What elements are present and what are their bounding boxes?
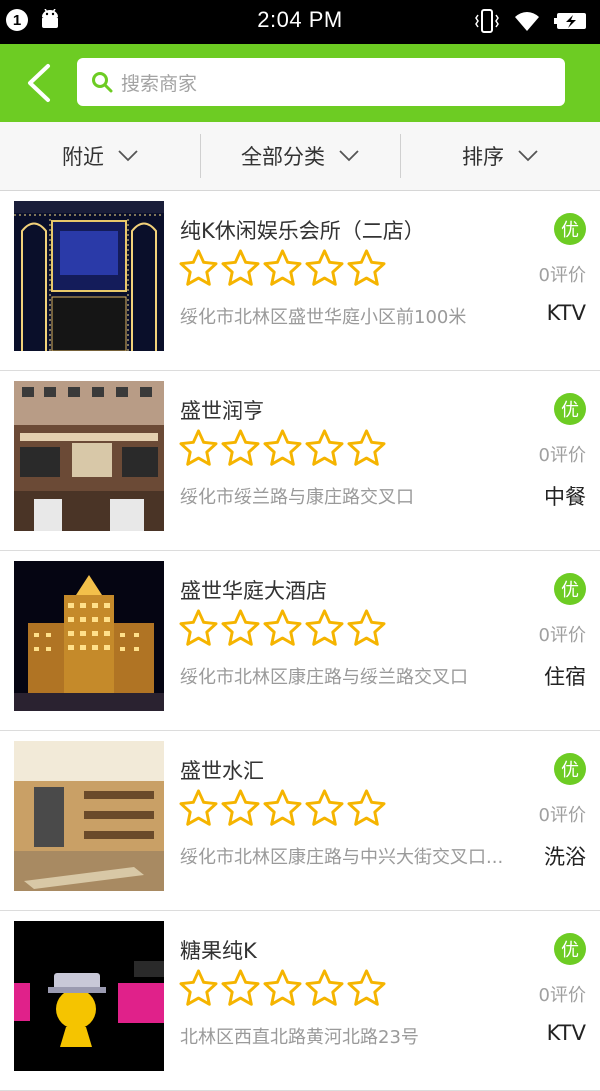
back-button[interactable] (18, 58, 58, 108)
star-icon (263, 789, 302, 826)
merchant-list-item[interactable]: 盛世华庭大酒店 绥化市北林区康庄路与绥兰路交叉口 优 0评价 住宿 (0, 551, 600, 731)
rating-stars (179, 429, 386, 468)
rating-stars (179, 969, 386, 1008)
merchant-list-item[interactable]: 糖果纯K 北林区西直北路黄河北路23号 优 0评价 KTV (0, 911, 600, 1091)
star-icon (263, 969, 302, 1006)
star-icon (347, 249, 386, 286)
merchant-photo (14, 561, 164, 711)
merchant-category: 洗浴 (544, 845, 586, 869)
review-count: 0评价 (538, 805, 586, 826)
review-count: 0评价 (538, 265, 586, 286)
vibrate-icon (475, 9, 499, 33)
filter-label: 全部分类 (241, 145, 325, 169)
wifi-icon (515, 12, 539, 31)
chevron-down-icon (118, 150, 138, 162)
merchant-name: 盛世华庭大酒店 (180, 579, 327, 603)
star-icon (347, 429, 386, 466)
star-icon (179, 249, 218, 286)
merchant-photo (14, 381, 164, 531)
merchant-address: 绥化市北林区康庄路与中兴大街交叉口... (180, 847, 504, 868)
filter-label: 排序 (462, 145, 504, 169)
quality-badge: 优 (554, 573, 586, 605)
star-icon (263, 429, 302, 466)
star-icon (263, 249, 302, 286)
chevron-down-icon (518, 150, 538, 162)
rating-stars (179, 609, 386, 648)
filter-bar: 附近 全部分类 排序 (0, 122, 600, 191)
chevron-down-icon (339, 150, 359, 162)
star-icon (347, 789, 386, 826)
filter-category[interactable]: 全部分类 (200, 122, 400, 190)
merchant-list-item[interactable]: 纯K休闲娱乐会所（二店） 绥化市北林区盛世华庭小区前100米 优 0评价 KTV (0, 191, 600, 371)
quality-badge: 优 (554, 933, 586, 965)
search-input[interactable]: 搜索商家 (77, 58, 565, 106)
merchant-name: 糖果纯K (180, 939, 257, 963)
merchant-name: 盛世水汇 (180, 759, 264, 783)
star-icon (179, 429, 218, 466)
merchant-category: KTV (546, 301, 586, 325)
quality-badge: 优 (554, 213, 586, 245)
merchant-photo (14, 741, 164, 891)
star-icon (347, 969, 386, 1006)
merchant-category: 住宿 (544, 665, 586, 689)
status-bar: 1 2:04 PM (0, 0, 600, 44)
quality-badge: 优 (554, 753, 586, 785)
merchant-photo (14, 201, 164, 351)
rating-stars (179, 249, 386, 288)
quality-badge: 优 (554, 393, 586, 425)
star-icon (221, 249, 260, 286)
back-arrow-icon (28, 64, 50, 102)
merchant-address: 北林区西直北路黄河北路23号 (180, 1027, 419, 1048)
filter-sort[interactable]: 排序 (400, 122, 600, 190)
merchant-name: 盛世润亨 (180, 399, 264, 423)
merchant-category: 中餐 (544, 485, 586, 509)
review-count: 0评价 (538, 985, 586, 1006)
merchant-category: KTV (546, 1021, 586, 1045)
merchant-address: 绥化市北林区康庄路与绥兰路交叉口 (180, 667, 468, 688)
search-placeholder: 搜索商家 (121, 72, 198, 95)
review-count: 0评价 (538, 445, 586, 466)
star-icon (347, 609, 386, 646)
star-icon (221, 969, 260, 1006)
rating-stars (179, 789, 386, 828)
star-icon (263, 609, 302, 646)
star-icon (305, 429, 344, 466)
star-icon (305, 249, 344, 286)
star-icon (305, 969, 344, 1006)
merchant-list-item[interactable]: 盛世水汇 绥化市北林区康庄路与中兴大街交叉口... 优 0评价 洗浴 (0, 731, 600, 911)
star-icon (305, 789, 344, 826)
star-icon (305, 609, 344, 646)
star-icon (221, 429, 260, 466)
search-icon (92, 72, 113, 93)
merchant-address: 绥化市北林区盛世华庭小区前100米 (180, 307, 467, 328)
top-bar: 搜索商家 (0, 44, 600, 122)
filter-nearby[interactable]: 附近 (0, 122, 200, 190)
merchant-photo (14, 921, 164, 1071)
star-icon (221, 609, 260, 646)
filter-label: 附近 (62, 145, 104, 169)
star-icon (179, 969, 218, 1006)
star-icon (179, 789, 218, 826)
merchant-list-item[interactable]: 盛世润亨 绥化市绥兰路与康庄路交叉口 优 0评价 中餐 (0, 371, 600, 551)
star-icon (179, 609, 218, 646)
battery-charging-icon (554, 13, 586, 29)
merchant-name: 纯K休闲娱乐会所（二店） (180, 219, 425, 243)
review-count: 0评价 (538, 625, 586, 646)
merchant-address: 绥化市绥兰路与康庄路交叉口 (180, 487, 414, 508)
merchant-list: 纯K休闲娱乐会所（二店） 绥化市北林区盛世华庭小区前100米 优 0评价 KTV… (0, 191, 600, 1091)
star-icon (221, 789, 260, 826)
